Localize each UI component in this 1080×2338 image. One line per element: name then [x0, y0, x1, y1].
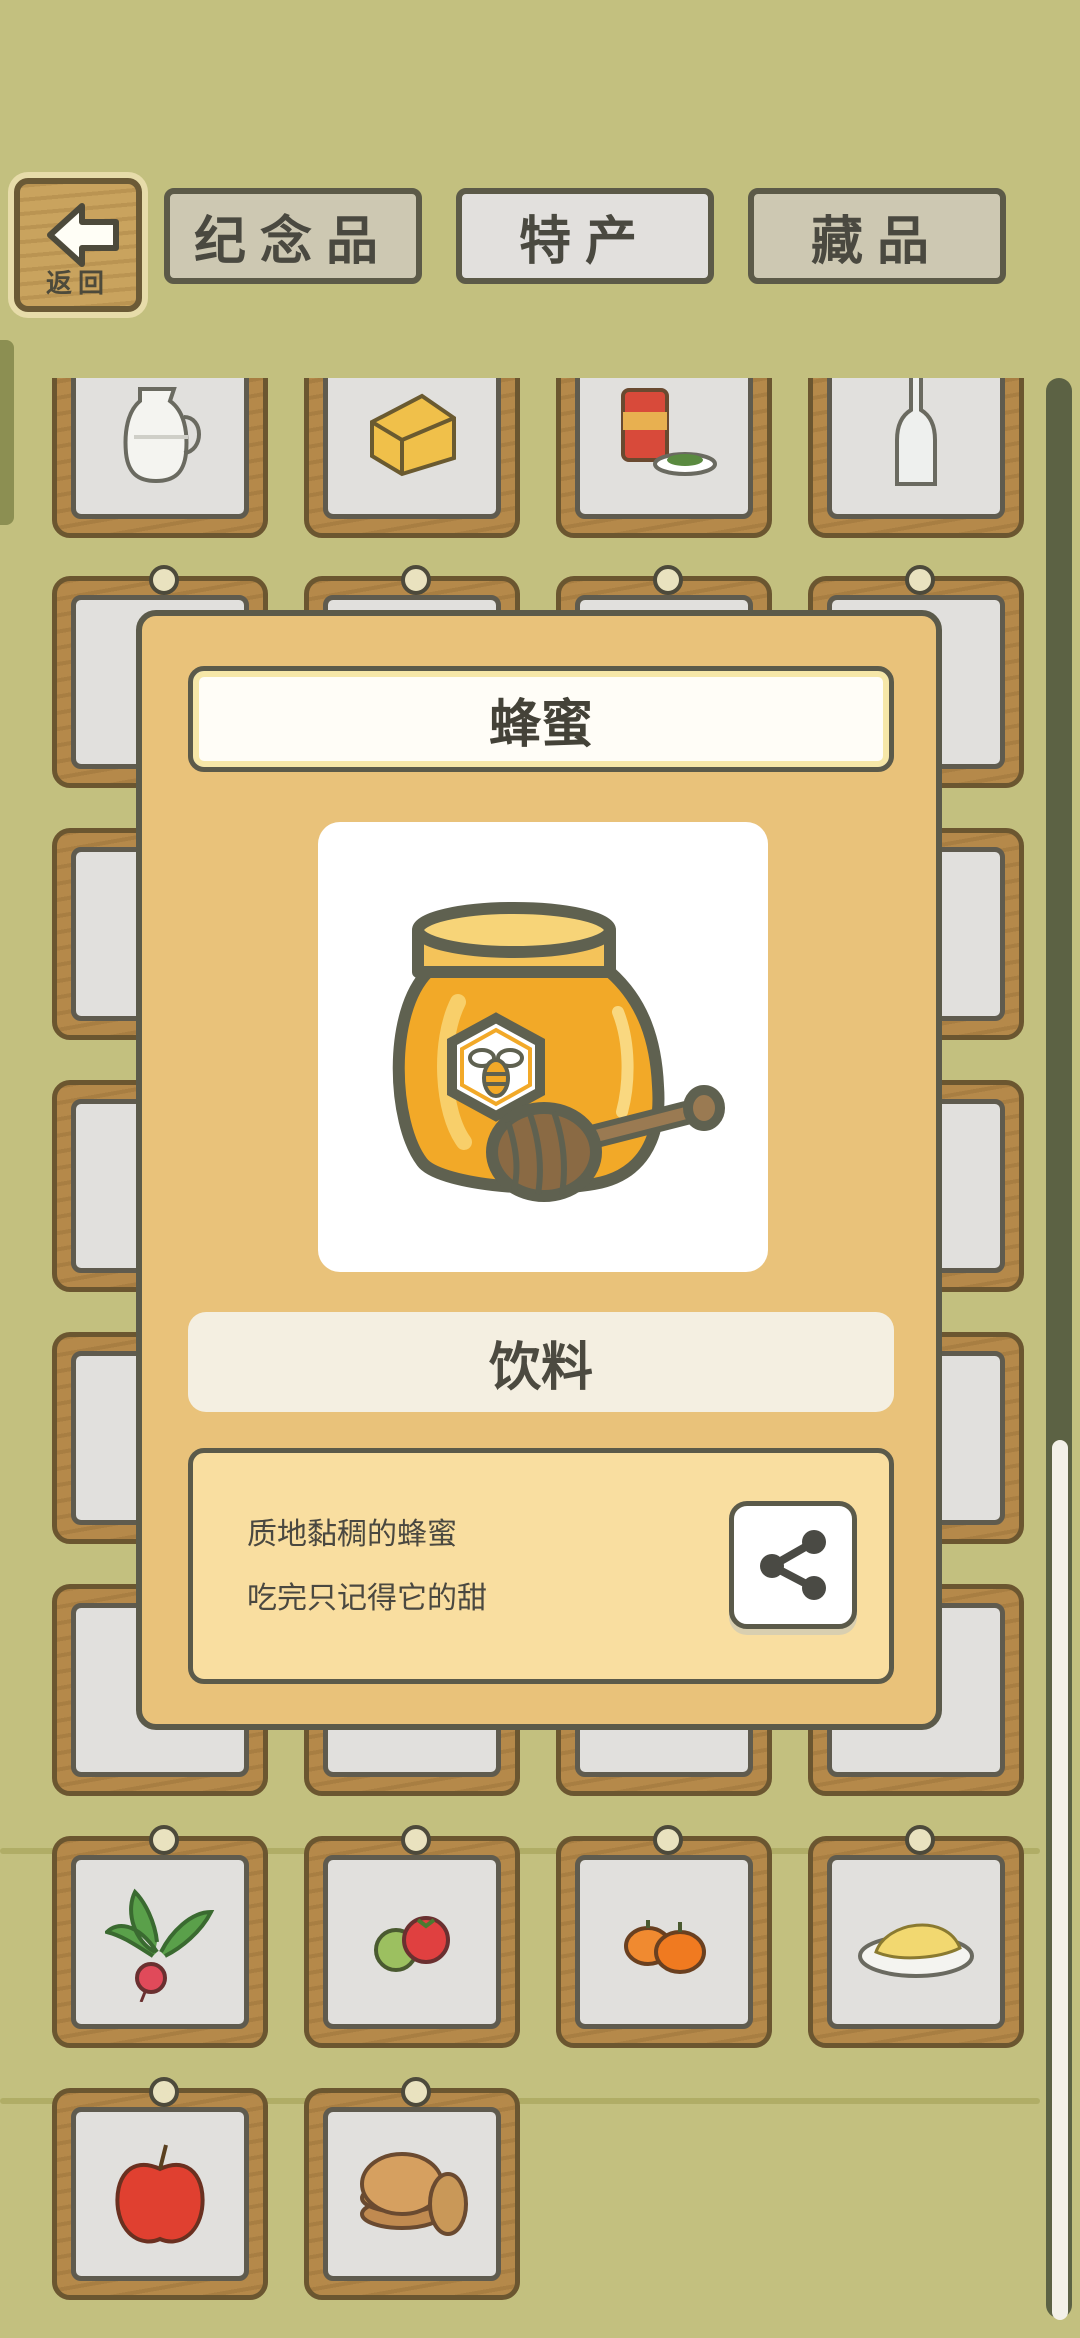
glass-bottle-icon: [895, 378, 937, 486]
item-image-frame: [318, 822, 768, 1272]
apple-icon: [115, 2144, 205, 2244]
item-card[interactable]: [556, 378, 772, 538]
item-card[interactable]: [52, 1825, 268, 2048]
item-card[interactable]: [304, 1825, 520, 2048]
item-category: 饮料: [188, 1312, 894, 1412]
item-card[interactable]: [808, 378, 1024, 538]
item-card[interactable]: [52, 378, 268, 538]
item-title: 蜂蜜: [188, 666, 894, 772]
item-card[interactable]: [808, 1825, 1024, 2048]
milk-jug-icon: [123, 387, 201, 484]
item-card[interactable]: [304, 378, 520, 538]
share-icon: [760, 1530, 826, 1600]
pasta-plate-icon: [858, 1923, 974, 1978]
tab-souvenirs[interactable]: 纪念品: [164, 188, 422, 284]
pumpkin-icon: [624, 1920, 706, 1974]
back-arrow-icon: [47, 203, 119, 267]
tea-canister-icon: [621, 388, 717, 476]
cheese-icon: [370, 393, 456, 477]
description-line: 质地黏稠的蜂蜜: [247, 1517, 457, 1552]
honey-jar-icon: [392, 902, 725, 1202]
tomato-icon: [374, 1916, 450, 1972]
tab-collectibles[interactable]: 藏品: [748, 188, 1006, 284]
description-line: 吃完只记得它的甜: [247, 1581, 487, 1616]
scrollbar-thumb[interactable]: [1052, 1440, 1068, 2320]
share-button[interactable]: [729, 1501, 857, 1629]
back-button[interactable]: 返回: [14, 178, 142, 312]
item-detail-dialog: 蜂蜜 饮料 质地黏稠的蜂蜜 吃完只记得它的甜: [136, 610, 942, 1730]
item-card[interactable]: [304, 2077, 520, 2300]
back-label: 返回: [45, 269, 110, 299]
item-card[interactable]: [556, 1825, 772, 2048]
pancake-stack-icon: [360, 2152, 468, 2236]
item-card[interactable]: [52, 2077, 268, 2300]
tab-specialties[interactable]: 特产: [456, 188, 714, 284]
radish-icon: [105, 1888, 215, 2002]
item-description: 质地黏稠的蜂蜜 吃完只记得它的甜: [188, 1448, 894, 1684]
